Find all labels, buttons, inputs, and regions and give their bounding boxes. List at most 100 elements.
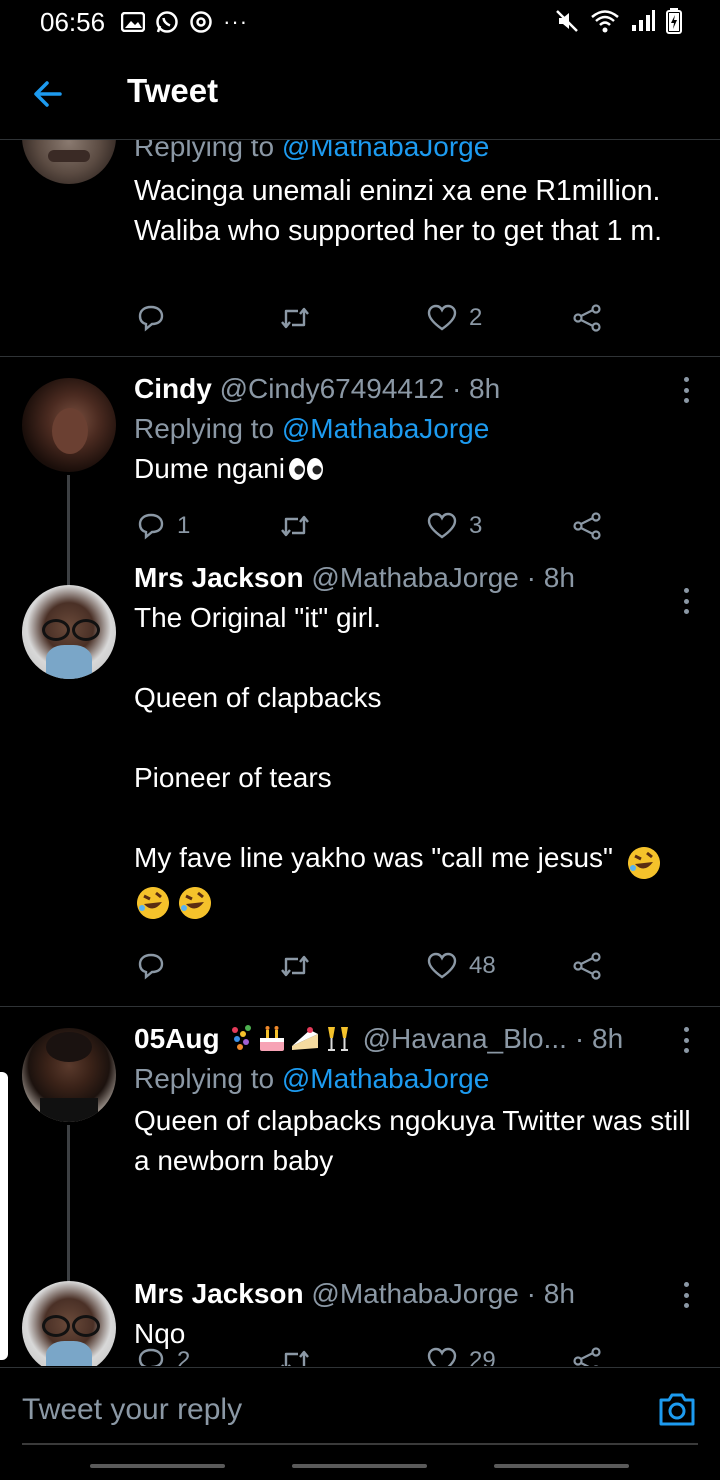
reply-icon xyxy=(138,953,164,980)
like-button[interactable]: 2 xyxy=(427,304,482,332)
app-bar: Tweet xyxy=(0,52,720,136)
tweet-text: Nqo xyxy=(134,1318,186,1349)
status-system-icons xyxy=(554,8,682,34)
heart-icon xyxy=(427,512,457,539)
replying-to: Replying to @MathabaJorge xyxy=(134,140,694,167)
tweet-thread: Replying to @MathabaJorge Wacinga unemal… xyxy=(0,140,720,1366)
tweet-header: 05Aug @Havana_Blo... · 8h xyxy=(134,1019,694,1059)
retweet-button[interactable] xyxy=(279,512,323,540)
avatar[interactable] xyxy=(22,1028,116,1122)
wifi-icon xyxy=(591,10,619,33)
replying-to: Replying to @MathabaJorge xyxy=(134,413,490,444)
display-name[interactable]: Mrs Jackson xyxy=(134,562,304,593)
retweet-icon xyxy=(281,515,309,537)
tweet-time: · 8h xyxy=(526,1278,575,1309)
avatar[interactable] xyxy=(22,140,116,184)
reply-icon xyxy=(138,513,164,540)
tweet[interactable]: Mrs Jackson @MathabaJorge · 8h Nqo xyxy=(0,1261,720,1366)
handle[interactable]: @MathabaJorge xyxy=(311,562,518,593)
display-name[interactable]: 05Aug xyxy=(134,1019,220,1059)
scrollbar-thumb[interactable] xyxy=(0,1072,8,1360)
avatar[interactable] xyxy=(22,585,116,679)
avatar[interactable] xyxy=(22,378,116,472)
confetti-emoji xyxy=(231,1025,251,1050)
replying-to: Replying to @MathabaJorge xyxy=(134,1063,490,1094)
nav-home-button[interactable] xyxy=(292,1464,427,1468)
handle[interactable]: @Havana_Blo... xyxy=(363,1019,567,1059)
retweet-icon xyxy=(281,307,309,329)
tweet-time: · 8h xyxy=(451,373,501,404)
reply-icon xyxy=(138,305,164,332)
display-name[interactable]: Mrs Jackson xyxy=(134,1278,304,1309)
page-title: Tweet xyxy=(127,72,219,109)
tweet-text: The Original "it" girl. Queen of clapbac… xyxy=(134,602,613,873)
more-options-icon[interactable] xyxy=(682,588,690,614)
reply-button[interactable]: 1 xyxy=(137,512,190,540)
tweet-text: Dume ngani xyxy=(134,453,285,484)
more-dots-icon: ··· xyxy=(223,9,249,34)
nav-recents-button[interactable] xyxy=(90,1464,225,1468)
rofl-emoji xyxy=(628,846,661,879)
like-button[interactable]: 48 xyxy=(427,952,496,980)
tweet-header: Mrs Jackson @MathabaJorge · 8h xyxy=(134,1274,694,1314)
composer-divider xyxy=(0,1367,720,1368)
mute-icon xyxy=(556,10,578,32)
like-button[interactable]: 3 xyxy=(427,512,482,540)
reply-composer: Tweet your reply xyxy=(0,1367,720,1480)
rofl-emoji xyxy=(137,886,169,919)
tweet[interactable]: Cindy @Cindy67494412 · 8h Replying to @M… xyxy=(0,357,720,587)
eyes-emoji xyxy=(288,458,323,480)
reply-input[interactable]: Tweet your reply xyxy=(22,1393,242,1427)
status-notification-icons: ··· xyxy=(121,9,248,35)
tweet[interactable]: Replying to @MathabaJorge Wacinga unemal… xyxy=(0,140,720,356)
tweet-actions: 1 3 xyxy=(134,512,614,548)
tweet-text: Queen of clapbacks ngokuya Twitter was s… xyxy=(134,1105,691,1176)
nav-back-button[interactable] xyxy=(494,1464,629,1468)
tweet-text: Wacinga unemali eninzi xa ene R1million.… xyxy=(134,175,663,247)
retweet-icon xyxy=(281,955,309,977)
share-button[interactable] xyxy=(572,952,602,980)
reply-button[interactable] xyxy=(137,304,177,332)
champagne-emoji xyxy=(327,1027,348,1051)
share-icon xyxy=(573,512,601,540)
heart-icon xyxy=(427,952,457,979)
mention-link[interactable]: @MathabaJorge xyxy=(282,1063,489,1094)
tweet[interactable]: 05Aug @Havana_Blo... · 8h Replying to @M… xyxy=(0,1007,720,1366)
chrome-icon xyxy=(190,11,212,33)
retweet-button[interactable] xyxy=(279,952,323,980)
more-options-icon[interactable] xyxy=(682,377,690,403)
more-options-icon[interactable] xyxy=(682,1282,690,1308)
display-name[interactable]: Cindy xyxy=(134,373,212,404)
share-icon xyxy=(573,952,601,980)
handle[interactable]: @Cindy67494412 xyxy=(220,373,445,404)
tweet-header: Mrs Jackson @MathabaJorge · 8h xyxy=(134,558,694,598)
heart-icon xyxy=(427,304,457,331)
status-bar: 06:56 ··· xyxy=(0,0,720,44)
tweet-actions: 2 xyxy=(134,304,614,340)
share-button[interactable] xyxy=(572,304,602,332)
camera-icon[interactable] xyxy=(658,1391,696,1427)
retweet-button[interactable] xyxy=(279,304,323,332)
mention-link[interactable]: @MathabaJorge xyxy=(282,413,489,444)
image-icon xyxy=(121,12,146,32)
tweet-header: Cindy @Cindy67494412 · 8h xyxy=(134,369,694,409)
tweet-actions: 48 xyxy=(134,952,614,988)
tweet[interactable]: Mrs Jackson @MathabaJorge · 8h The Origi… xyxy=(0,562,720,1006)
share-icon xyxy=(573,304,601,332)
status-time: 06:56 xyxy=(40,6,106,37)
whatsapp-icon xyxy=(156,11,178,33)
handle[interactable]: @MathabaJorge xyxy=(311,1278,518,1309)
more-options-icon[interactable] xyxy=(682,1027,690,1053)
name-emojis xyxy=(228,1024,353,1054)
mention-link[interactable]: @MathabaJorge xyxy=(282,140,489,162)
back-arrow-icon[interactable] xyxy=(28,74,68,114)
share-button[interactable] xyxy=(572,512,602,540)
cake-slice-emoji xyxy=(291,1027,318,1050)
reply-input-underline xyxy=(22,1443,698,1445)
rofl-emoji xyxy=(179,886,212,919)
avatar[interactable] xyxy=(22,1281,116,1366)
tweet-time: · 8h xyxy=(526,562,575,593)
battery-icon xyxy=(666,8,682,34)
cake-emoji xyxy=(259,1026,284,1051)
reply-button[interactable] xyxy=(137,952,177,980)
